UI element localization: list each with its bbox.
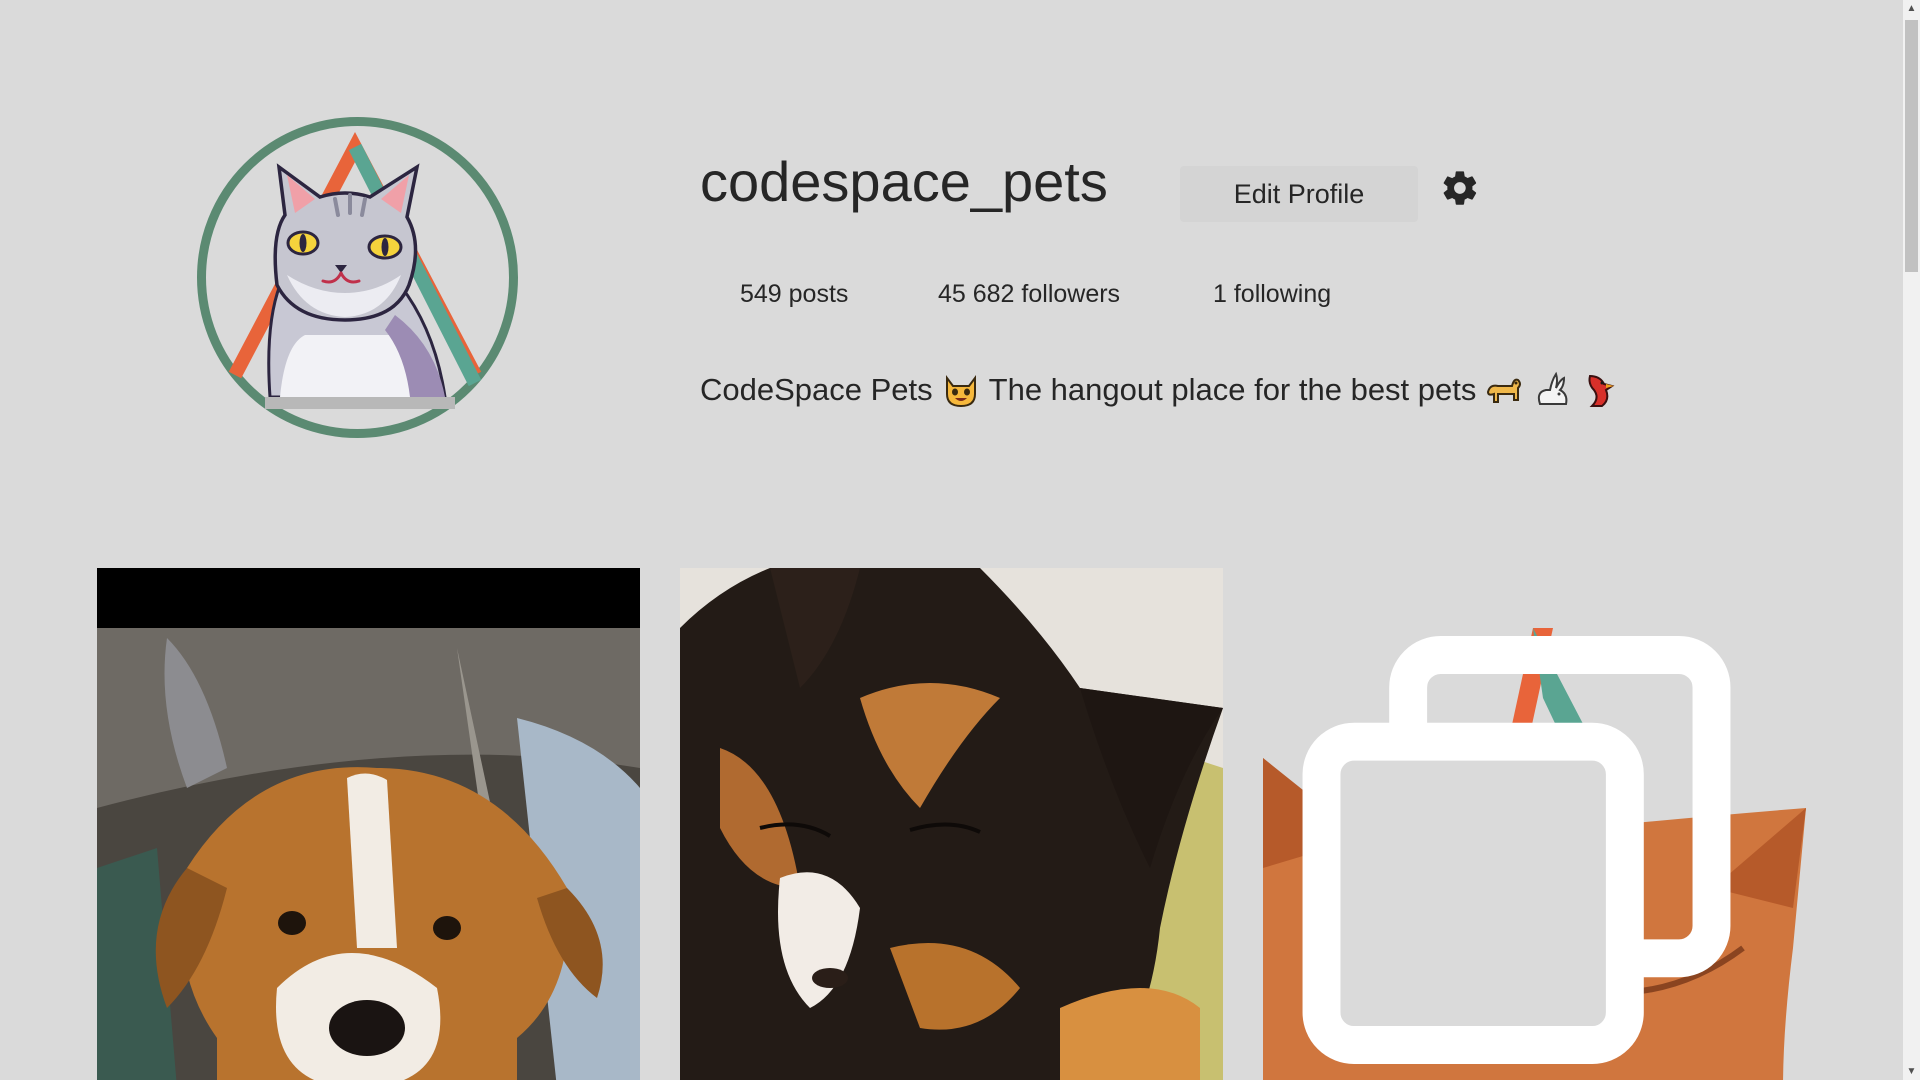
bio-text: The hangout place for the best pets (988, 372, 1477, 407)
followers-count[interactable]: 45 682 followers (938, 280, 1120, 309)
bio-name: CodeSpace Pets (700, 372, 933, 407)
post-tile-orange-cat[interactable] (1263, 568, 1806, 1080)
scroll-down-icon[interactable]: ▼ (1903, 1063, 1920, 1080)
dog-photo (97, 568, 640, 1080)
cat-logo-icon (197, 117, 518, 438)
profile-bio: CodeSpace Pets The hangout place for the… (700, 370, 1620, 410)
cat-photo (680, 568, 1223, 1080)
profile-page: codespace_pets Edit Profile 549 posts 45… (0, 0, 1920, 1080)
posts-count: 549 posts (740, 280, 849, 308)
bird-icon (1580, 370, 1620, 410)
scroll-up-icon[interactable]: ▲ (1903, 0, 1920, 17)
cat-face-icon (941, 370, 981, 410)
rabbit-icon (1532, 370, 1572, 410)
following-count[interactable]: 1 following (1213, 280, 1331, 309)
multiple-images-icon (1302, 636, 1731, 1064)
scroll-thumb[interactable] (1905, 20, 1918, 272)
post-tile-calico-cat[interactable] (680, 568, 1223, 1080)
profile-username: codespace_pets (700, 150, 1108, 213)
post-tile-dog[interactable] (97, 568, 640, 1080)
dog-icon (1484, 370, 1524, 410)
edit-profile-button[interactable]: Edit Profile (1180, 166, 1418, 222)
vertical-scrollbar[interactable]: ▲ ▼ (1903, 0, 1920, 1080)
gear-icon[interactable] (1440, 168, 1480, 208)
profile-avatar[interactable] (195, 115, 520, 440)
